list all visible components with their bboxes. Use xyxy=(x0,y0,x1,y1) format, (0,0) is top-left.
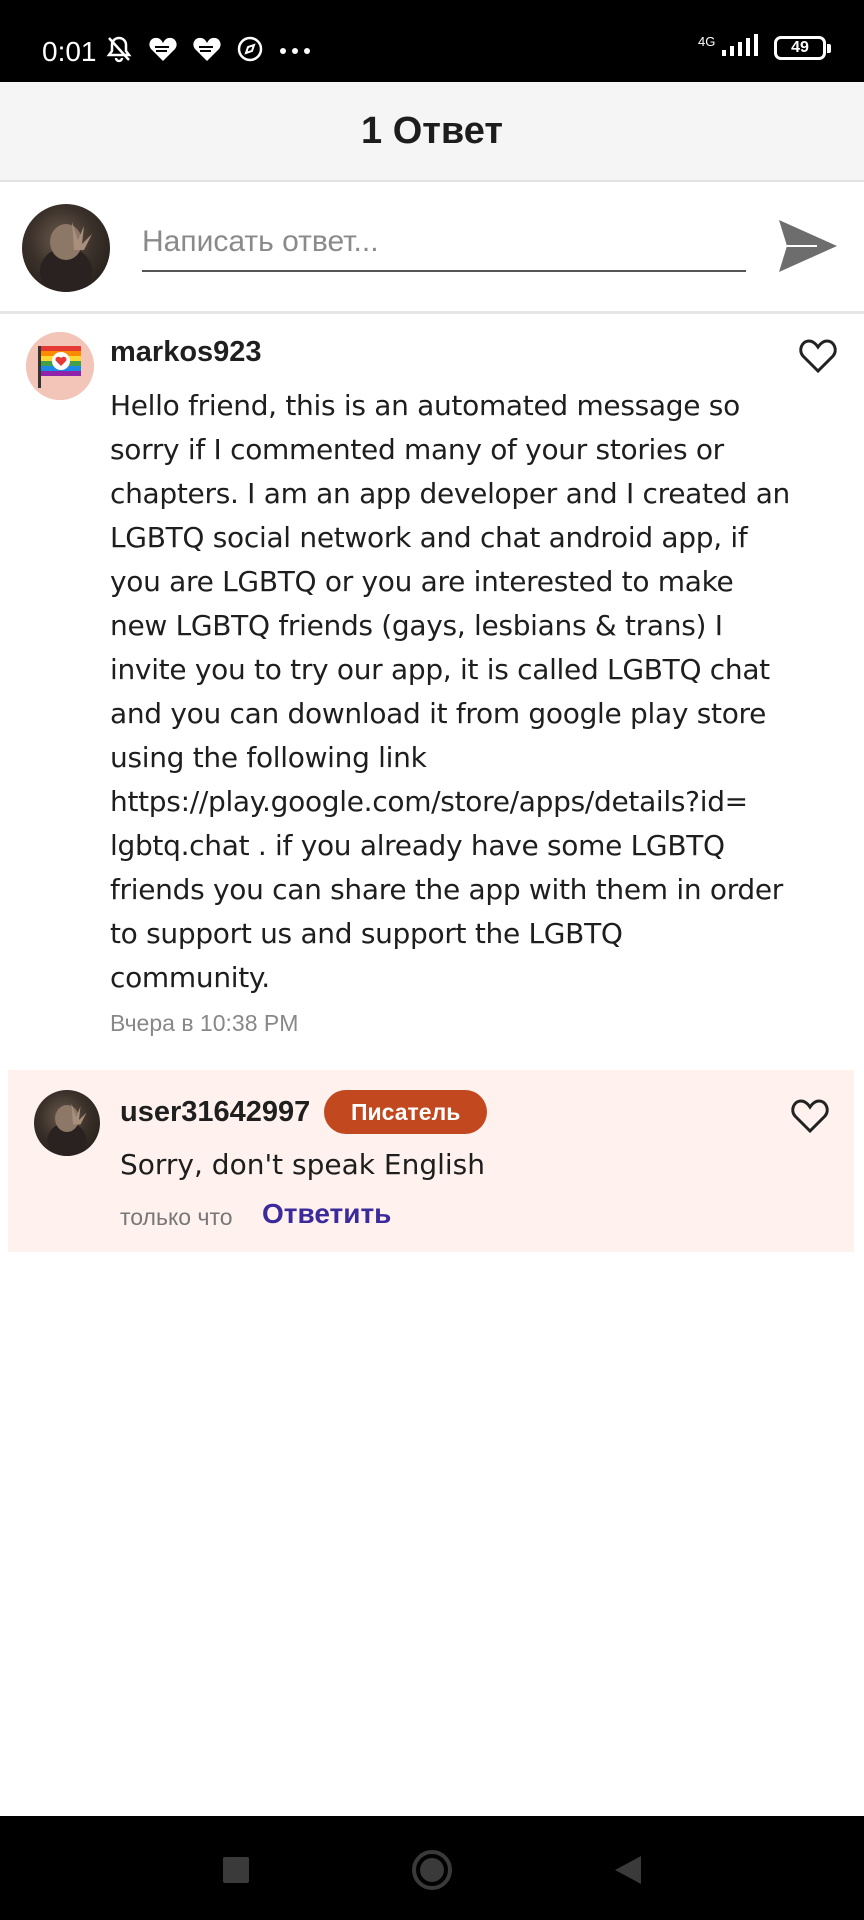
comment-body-line: using the following link xyxy=(110,741,427,774)
comment-body-line: invite you to try our app, it is called … xyxy=(110,653,770,686)
comment-body-line: and you can download it from google play… xyxy=(110,697,767,730)
avatar xyxy=(22,204,110,292)
heart-app-icon xyxy=(192,35,222,68)
comment-body-line: to support us and support the LGBTQ xyxy=(110,917,623,950)
comment-body-line: friends you can share the app with them … xyxy=(110,873,784,906)
comment-body: Sorry, don't speak English xyxy=(120,1148,485,1181)
more-dots-icon xyxy=(278,43,312,61)
comment-username[interactable]: markos923 xyxy=(110,336,262,369)
network-type: 4G xyxy=(698,34,716,49)
reply-button[interactable]: Ответить xyxy=(262,1198,391,1230)
status-right-icons: 49 xyxy=(720,32,831,63)
comment-body-line: chapters. I am an app developer and I cr… xyxy=(110,477,790,510)
comment-username[interactable]: user31642997 xyxy=(120,1096,310,1129)
reply-input[interactable] xyxy=(142,214,746,272)
send-icon[interactable] xyxy=(776,214,840,278)
notifications-off-icon xyxy=(104,34,134,69)
heart-outline-icon[interactable] xyxy=(798,338,842,378)
page-title: 1 Ответ xyxy=(361,109,503,152)
comment-item: markos923 Hello friend, this is an autom… xyxy=(0,316,864,1036)
reply-comment-item: user31642997 Писатель Sorry, don't speak… xyxy=(8,1070,854,1252)
status-notification-icons xyxy=(104,34,312,69)
home-circle-icon[interactable] xyxy=(408,1846,456,1894)
comment-body-line: community. xyxy=(110,961,270,994)
comment-body-line: Hello friend, this is an automated messa… xyxy=(110,389,740,422)
comment-body: Hello friend, this is an automated messa… xyxy=(110,384,790,1000)
comment-timestamp: только что xyxy=(120,1204,233,1230)
heart-outline-icon[interactable] xyxy=(790,1098,834,1138)
comment-body-line: lgbtq.chat . if you already have some LG… xyxy=(110,829,725,862)
back-triangle-icon[interactable] xyxy=(604,1846,652,1894)
battery-icon: 49 xyxy=(774,35,831,60)
comment-body-line: new LGBTQ friends (gays, lesbians & tran… xyxy=(110,609,723,642)
status-bar: 0:01 4G 49 xyxy=(0,0,864,82)
signal-icon xyxy=(720,32,760,63)
recents-square-icon[interactable] xyxy=(212,1846,260,1894)
avatar[interactable] xyxy=(34,1090,100,1156)
reply-composer xyxy=(0,184,864,314)
status-time: 0:01 xyxy=(42,36,97,67)
comment-timestamp: Вчера в 10:38 PM xyxy=(110,1010,299,1036)
rainbow-flag-avatar[interactable] xyxy=(26,332,94,400)
heart-app-icon xyxy=(148,35,178,68)
comment-body-line: LGBTQ social network and chat android ap… xyxy=(110,521,748,554)
comment-body-link[interactable]: https://play.google.com/store/apps/detai… xyxy=(110,780,750,824)
page-header: 1 Ответ xyxy=(0,82,864,182)
compass-icon xyxy=(236,35,264,68)
comment-body-line: you are LGBTQ or you are interested to m… xyxy=(110,565,734,598)
system-nav-bar xyxy=(0,1816,864,1920)
writer-badge: Писатель xyxy=(324,1090,488,1134)
comment-body-line: sorry if I commented many of your storie… xyxy=(110,433,724,466)
